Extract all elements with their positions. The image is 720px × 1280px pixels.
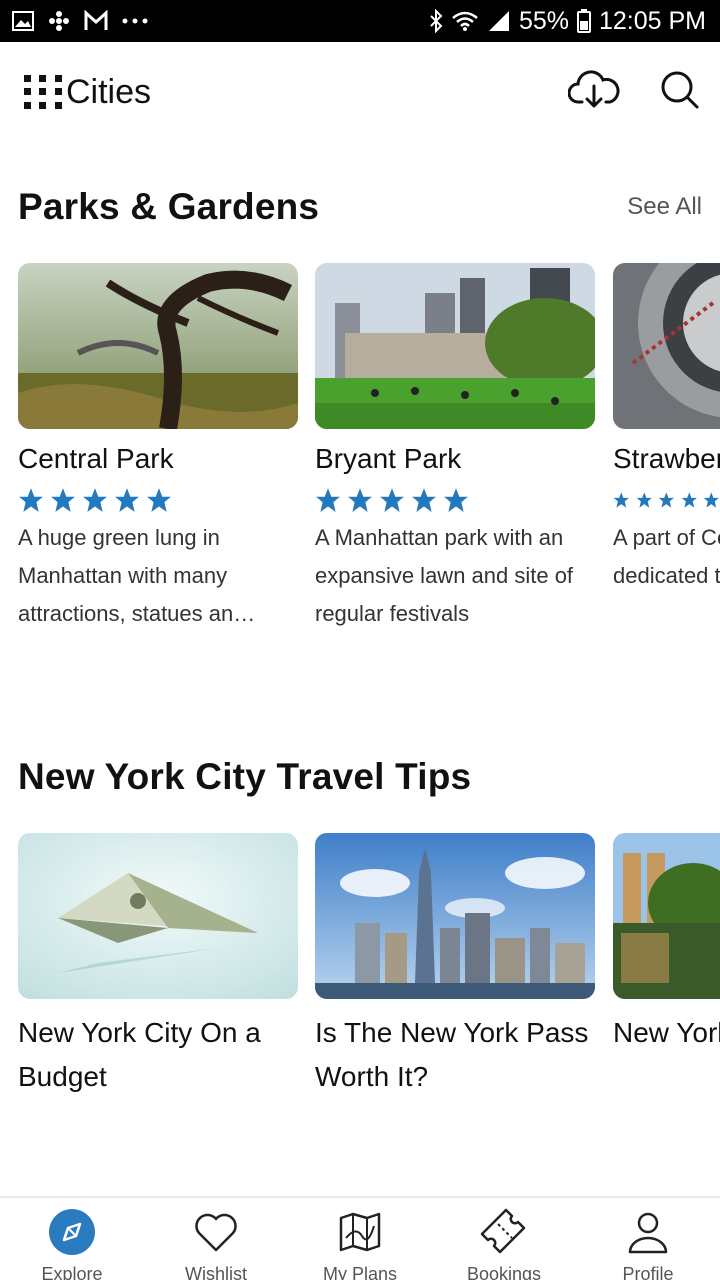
- gallery-icon: [12, 11, 34, 31]
- star-icon: [348, 488, 372, 512]
- star-icon: [613, 492, 629, 508]
- star-icon: [115, 488, 139, 512]
- search-icon[interactable]: [660, 70, 700, 114]
- parks-section-header: Parks & Gardens See All: [18, 186, 702, 228]
- nav-bookings[interactable]: Bookings: [432, 1198, 576, 1280]
- tip-card[interactable]: New York City On a Budget: [18, 833, 298, 1099]
- map-icon: [336, 1208, 384, 1260]
- tip-title: New York at a Glance: [613, 1017, 720, 1048]
- tips-section-header: New York City Travel Tips: [18, 756, 702, 798]
- nav-label: Bookings: [466, 1264, 542, 1280]
- app-bar: Cities: [0, 42, 720, 142]
- app-title: Cities: [66, 72, 152, 111]
- bluetooth-icon: [429, 9, 443, 33]
- nav-profile[interactable]: Profile: [576, 1198, 720, 1280]
- section-title: New York City Travel Tips: [18, 756, 472, 797]
- star-icon: [412, 488, 436, 512]
- clock: 12:05 PM: [598, 6, 706, 35]
- nav-label: Profile: [622, 1264, 674, 1280]
- star-icon: [704, 492, 720, 508]
- star-icon: [636, 492, 652, 508]
- star-icon: [658, 492, 675, 508]
- star-icon: [316, 488, 340, 512]
- star-icon: [19, 488, 43, 512]
- star-icon: [147, 488, 171, 512]
- signal-icon: [487, 10, 511, 32]
- park-image: [613, 263, 720, 429]
- battery-icon: [576, 9, 591, 33]
- tip-title: New York City On a Budget: [18, 1017, 261, 1092]
- tip-card[interactable]: Is The New York Pass Worth It?: [315, 833, 595, 1099]
- pinwheel-icon: [48, 10, 70, 32]
- park-title: Bryant Park: [315, 443, 462, 474]
- star-icon: [444, 488, 468, 512]
- battery-percentage: 55%: [518, 6, 569, 35]
- download-cloud-icon[interactable]: [567, 70, 620, 114]
- see-all-button[interactable]: See All: [627, 193, 702, 221]
- star-rating: [315, 487, 595, 513]
- star-icon: [51, 488, 75, 512]
- person-icon: [624, 1208, 672, 1260]
- star-rating: [613, 487, 720, 513]
- bottom-navigation: Explore Wishlist My Plans Bookings Profi…: [0, 1196, 720, 1280]
- compass-icon: [48, 1208, 96, 1260]
- park-card[interactable]: Strawberry Fields A part of Central Park…: [613, 263, 720, 595]
- section-title: Parks & Gardens: [18, 186, 320, 227]
- nav-label: Explore: [41, 1264, 103, 1280]
- star-icon: [83, 488, 107, 512]
- wifi-icon: [451, 10, 479, 32]
- star-icon: [380, 488, 404, 512]
- nav-label: Wishlist: [185, 1264, 247, 1280]
- nav-label: My Plans: [322, 1264, 398, 1280]
- park-description: A part of Central Park dedicated to John…: [613, 525, 720, 588]
- park-image: [315, 263, 595, 429]
- park-image: [18, 263, 298, 429]
- nav-explore[interactable]: Explore: [0, 1198, 144, 1280]
- status-bar: 55% 12:05 PM: [0, 0, 720, 42]
- park-description: A huge green lung in Manhattan with many…: [18, 525, 256, 626]
- tip-card[interactable]: New York at a Glance: [613, 833, 720, 1055]
- park-card[interactable]: Bryant Park A Manhattan park with an exp…: [315, 263, 595, 633]
- park-description: A Manhattan park with an expansive lawn …: [315, 525, 574, 626]
- menu-grid-icon[interactable]: [24, 75, 64, 109]
- star-rating: [18, 487, 298, 513]
- ticket-icon: [478, 1208, 530, 1260]
- nav-my-plans[interactable]: My Plans: [288, 1198, 432, 1280]
- tip-title: Is The New York Pass Worth It?: [315, 1017, 589, 1092]
- nav-wishlist[interactable]: Wishlist: [144, 1198, 288, 1280]
- tip-image: [315, 833, 595, 999]
- gmail-icon: [84, 10, 108, 32]
- tip-image: [613, 833, 720, 999]
- star-icon: [681, 492, 697, 508]
- park-title: Strawberry Fields: [613, 443, 720, 474]
- heart-icon: [192, 1208, 240, 1260]
- tip-image: [18, 833, 298, 999]
- park-title: Central Park: [18, 443, 174, 474]
- park-card[interactable]: Central Park A huge green lung in Manhat…: [18, 263, 298, 633]
- more-dots-icon: [122, 18, 148, 24]
